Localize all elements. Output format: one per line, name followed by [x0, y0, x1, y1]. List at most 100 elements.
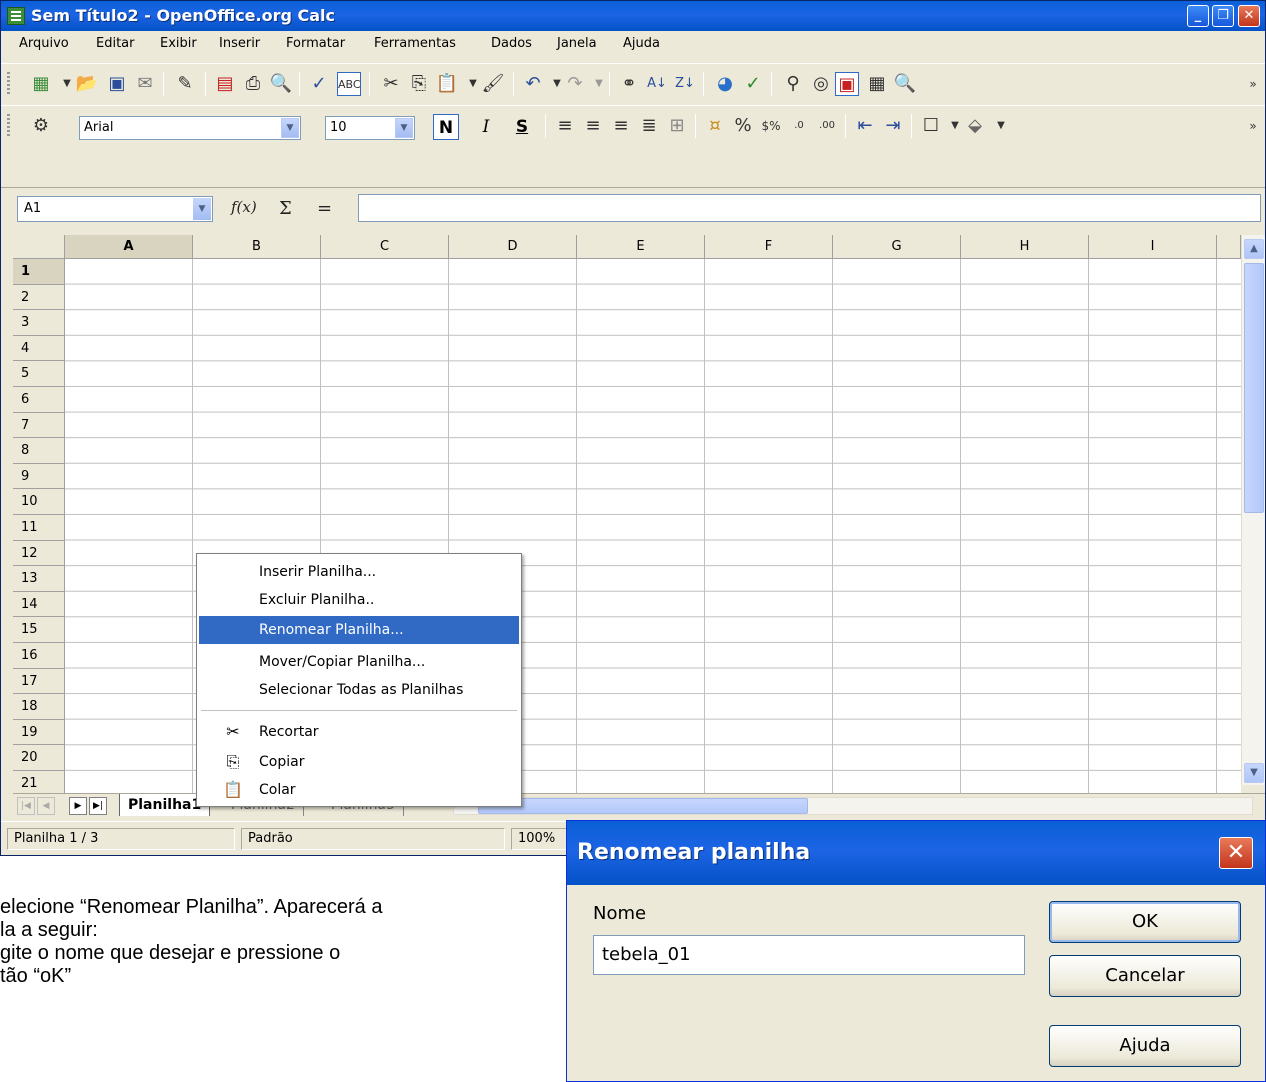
row-header[interactable]: 1 [13, 259, 65, 285]
menu-inserir[interactable]: Inserir [219, 36, 260, 51]
email-icon[interactable]: ✉ [133, 72, 157, 96]
column-header[interactable]: A [65, 235, 193, 259]
row-header[interactable]: 10 [13, 489, 65, 515]
menu-janela[interactable]: Janela [557, 36, 597, 51]
sort-descending-icon[interactable]: Z↓ [673, 72, 697, 96]
new-document-icon[interactable]: ▦ [29, 72, 53, 96]
menu-exibir[interactable]: Exibir [160, 36, 197, 51]
menu-item-paste[interactable]: 📋 Colar [199, 776, 519, 804]
menu-item-copy[interactable]: ⎘ Copiar [199, 748, 519, 776]
column-header[interactable]: F [705, 235, 833, 259]
ok-button[interactable]: OK [1049, 901, 1241, 943]
align-right-icon[interactable]: ≡ [609, 114, 633, 138]
horizontal-scrollbar[interactable] [453, 797, 1253, 815]
font-name-combo[interactable]: Arial ▼ [79, 116, 301, 140]
autospellcheck-icon[interactable]: ABC [337, 72, 361, 96]
underline-button[interactable]: S [509, 114, 535, 140]
column-header[interactable]: B [193, 235, 321, 259]
row-header[interactable]: 16 [13, 643, 65, 669]
show-draw-functions-icon[interactable]: ✓ [741, 72, 765, 96]
delete-decimal-icon[interactable]: .00 [815, 114, 839, 138]
row-header[interactable]: 21 [13, 771, 65, 793]
menu-formatar[interactable]: Formatar [286, 36, 345, 51]
formula-input[interactable] [358, 194, 1261, 222]
menu-ajuda[interactable]: Ajuda [623, 36, 660, 51]
menu-item-move-copy-sheet[interactable]: Mover/Copiar Planilha... [199, 648, 519, 676]
redo-icon[interactable]: ↷ [563, 72, 587, 96]
styles-formatting-icon[interactable]: ⚙ [29, 114, 53, 138]
menu-item-select-all-sheets[interactable]: Selecionar Todas as Planilhas [199, 676, 519, 704]
row-header[interactable]: 5 [13, 361, 65, 387]
help-button[interactable]: Ajuda [1049, 1025, 1241, 1067]
export-pdf-icon[interactable]: ▤ [213, 72, 237, 96]
zoom-icon[interactable]: 🔍 [893, 72, 917, 96]
chart-icon[interactable]: ◕ [713, 72, 737, 96]
toolbar-overflow-icon[interactable]: » [1241, 114, 1265, 138]
dialog-close-icon[interactable]: ✕ [1219, 837, 1253, 869]
data-sources-icon[interactable]: ▦ [865, 72, 889, 96]
row-header[interactable]: 14 [13, 591, 65, 618]
align-center-icon[interactable]: ≡ [581, 114, 605, 138]
last-sheet-icon[interactable]: ▶| [89, 797, 107, 815]
menu-item-insert-sheet[interactable]: Inserir Planilha... [199, 558, 519, 586]
menu-dados[interactable]: Dados [491, 36, 532, 51]
open-folder-icon[interactable]: 📂 [75, 72, 99, 96]
redo-dropdown-icon[interactable]: ▼ [587, 72, 611, 96]
menu-item-rename-sheet[interactable]: Renomear Planilha... [199, 616, 519, 644]
edit-file-icon[interactable]: ✎ [173, 72, 197, 96]
copy-icon[interactable]: ⎘ [407, 72, 431, 96]
decrease-indent-icon[interactable]: ⇤ [853, 114, 877, 138]
minimize-button[interactable]: _ [1187, 5, 1209, 27]
chevron-down-icon[interactable]: ▼ [395, 118, 413, 138]
font-size-combo[interactable]: 10 ▼ [325, 116, 415, 140]
row-header[interactable]: 18 [13, 694, 65, 720]
maximize-button[interactable]: ❐ [1212, 5, 1234, 27]
print-icon[interactable]: ⎙ [241, 72, 265, 96]
bold-button[interactable]: N [433, 114, 459, 140]
scroll-up-icon[interactable]: ▲ [1244, 239, 1264, 259]
find-replace-icon[interactable]: ⚲ [781, 72, 805, 96]
justify-icon[interactable]: ≣ [637, 114, 661, 138]
chevron-down-icon[interactable]: ▼ [193, 198, 211, 220]
page-style[interactable]: Padrão [241, 828, 505, 850]
increase-indent-icon[interactable]: ⇥ [881, 114, 905, 138]
column-header[interactable]: C [321, 235, 449, 259]
cut-icon[interactable]: ✂ [379, 72, 403, 96]
row-header[interactable]: 3 [13, 310, 65, 336]
background-color-icon[interactable]: ⬙ [963, 114, 987, 138]
vertical-scrollbar[interactable]: ▲ ▼ [1241, 235, 1265, 785]
sort-ascending-icon[interactable]: A↓ [645, 72, 669, 96]
save-icon[interactable]: ▣ [105, 72, 129, 96]
next-sheet-icon[interactable]: ▶ [69, 797, 87, 815]
name-box[interactable]: A1 [17, 196, 213, 222]
sheet-name-input[interactable]: tebela_01 [593, 935, 1025, 975]
column-header-partial[interactable] [1217, 235, 1241, 259]
column-header[interactable]: H [961, 235, 1089, 259]
toolbar-grip-icon[interactable] [7, 114, 10, 138]
currency-format-icon[interactable]: ¤ [703, 114, 727, 138]
corner-select-all[interactable] [13, 235, 65, 259]
vertical-scroll-thumb[interactable] [1244, 263, 1264, 513]
row-header[interactable]: 15 [13, 617, 65, 643]
paste-icon[interactable]: 📋 [435, 72, 459, 96]
spellcheck-icon[interactable]: ✓ [307, 72, 331, 96]
menu-ferramentas[interactable]: Ferramentas [374, 36, 456, 51]
row-header[interactable]: 2 [13, 284, 65, 311]
toolbar-overflow-icon[interactable]: » [1241, 72, 1265, 96]
italic-button[interactable]: I [473, 114, 499, 140]
close-button[interactable]: ✕ [1238, 5, 1260, 27]
chevron-down-icon[interactable]: ▼ [281, 118, 299, 138]
menu-item-delete-sheet[interactable]: Excluir Planilha.. [199, 586, 519, 614]
clone-formatting-icon[interactable]: 🖌 [481, 72, 505, 96]
column-header[interactable]: I [1089, 235, 1217, 259]
menu-item-cut[interactable]: ✂ Recortar [199, 718, 519, 746]
percent-format-icon[interactable]: % [731, 114, 755, 138]
row-header[interactable]: 12 [13, 540, 65, 567]
toolbar-grip-icon[interactable] [7, 72, 10, 96]
first-sheet-icon[interactable]: |◀ [17, 797, 35, 815]
column-header[interactable]: G [833, 235, 961, 259]
row-header[interactable]: 11 [13, 515, 65, 541]
equals-icon[interactable]: = [317, 198, 332, 219]
align-left-icon[interactable]: ≡ [553, 114, 577, 138]
horizontal-scroll-thumb[interactable] [478, 798, 808, 814]
